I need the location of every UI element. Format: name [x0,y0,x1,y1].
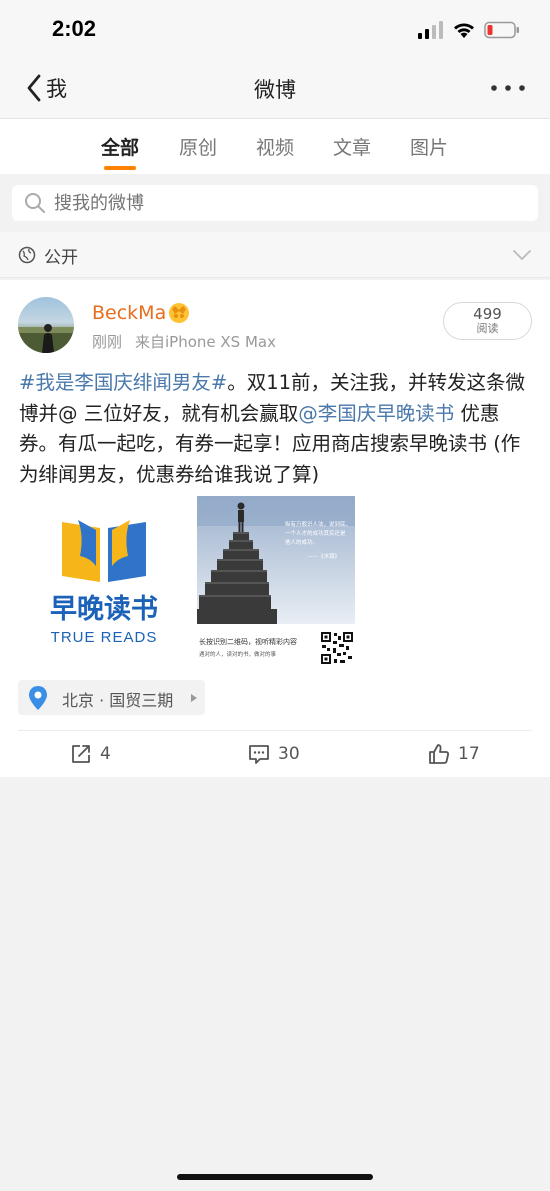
avatar[interactable] [18,297,74,353]
quote-line-1: 纵有万般识人法，说到底， [285,520,351,528]
like-count: 17 [458,744,480,764]
tab-bar: 全部 原创 视频 文章 图片 [0,118,550,174]
search-icon [25,193,45,213]
topic-link[interactable]: #我是李国庆绯闻男友# [19,371,227,394]
active-tab-indicator [104,166,136,170]
quote-line-3: 他人的成功。 [285,538,318,546]
read-count: 499 [473,305,502,323]
comment-count: 30 [278,744,300,764]
action-bar: 4 30 17 [18,730,532,777]
tab-video[interactable]: 视频 [245,133,305,160]
post-image-poster[interactable]: 纵有万般识人法，说到底， 一个人才的成功其实还是 他人的成功。 ——《水镜》 长… [197,496,355,668]
brand-cn-text: 早晚读书 [50,594,158,625]
post-text: #我是李国庆绯闻男友#。双11前，关注我，并转发这条微博并@ 三位好友，就有机会… [19,368,534,490]
read-count-button[interactable]: 499 阅读 [443,302,532,340]
person-silhouette [18,324,74,353]
brand-en-text: TRUE READS [51,629,158,646]
status-time: 2:02 [52,16,97,41]
filter-label: 公开 [44,248,78,268]
staircase-poster: 纵有万般识人法，说到底， 一个人才的成功其实还是 他人的成功。 ——《水镜》 长… [197,496,355,668]
tab-images[interactable]: 图片 [399,133,459,160]
more-icon[interactable] [488,80,528,96]
book-logo-icon: 早晚读书 TRUE READS [50,520,158,646]
location-tag[interactable]: 北京 · 国贸三期 [18,680,205,715]
chevron-right-icon [191,694,197,702]
post-time: 刚刚 [92,333,123,351]
repost-count: 4 [100,744,111,764]
vip-badge-icon [169,303,189,323]
nav-bar: 我 微博 [0,58,550,118]
location-text: 北京 · 国贸三期 [62,691,174,710]
tab-all[interactable]: 全部 [90,133,150,160]
quote-source: ——《水镜》 [307,552,340,560]
post-card: BeckMa 刚刚 来自iPhone XS Max 499 阅读 #我是李国庆绯… [0,280,550,777]
search-box[interactable] [12,185,538,221]
post-image-brand-logo[interactable]: 早晚读书 TRUE READS [18,496,190,668]
location-pin-icon [29,686,47,710]
poster-caption-1: 长按识别二维码，视听精彩内容 [199,637,297,646]
qr-code-icon [321,632,353,664]
status-bar: 2:02 [0,0,550,58]
thumbs-up-icon [429,744,449,764]
battery-icon [484,21,519,39]
mention-link[interactable]: @李国庆早晚读书 [298,402,454,425]
signal-icon [418,21,443,39]
repost-icon [72,745,90,763]
comment-icon [249,745,269,764]
username[interactable]: BeckMa [92,302,166,324]
search-input[interactable] [54,192,454,214]
chevron-down-icon[interactable] [512,249,532,261]
visibility-filter[interactable]: 公开 [0,232,550,278]
like-button[interactable]: 17 [428,742,480,766]
poster-caption-2: 遇对的人，读对的书，做对的事 [199,650,277,658]
globe-icon [18,246,36,264]
comment-button[interactable]: 30 [248,742,300,766]
status-icons [418,20,520,40]
search-area [0,174,550,232]
tab-article[interactable]: 文章 [322,133,382,160]
post-source: 来自iPhone XS Max [135,333,276,351]
repost-button[interactable]: 4 [70,742,111,766]
read-label: 阅读 [476,322,499,335]
page-title: 微博 [254,78,296,102]
home-indicator [177,1174,373,1180]
wifi-icon [454,23,474,38]
quote-line-2: 一个人才的成功其实还是 [285,529,346,537]
tab-original[interactable]: 原创 [168,133,228,160]
